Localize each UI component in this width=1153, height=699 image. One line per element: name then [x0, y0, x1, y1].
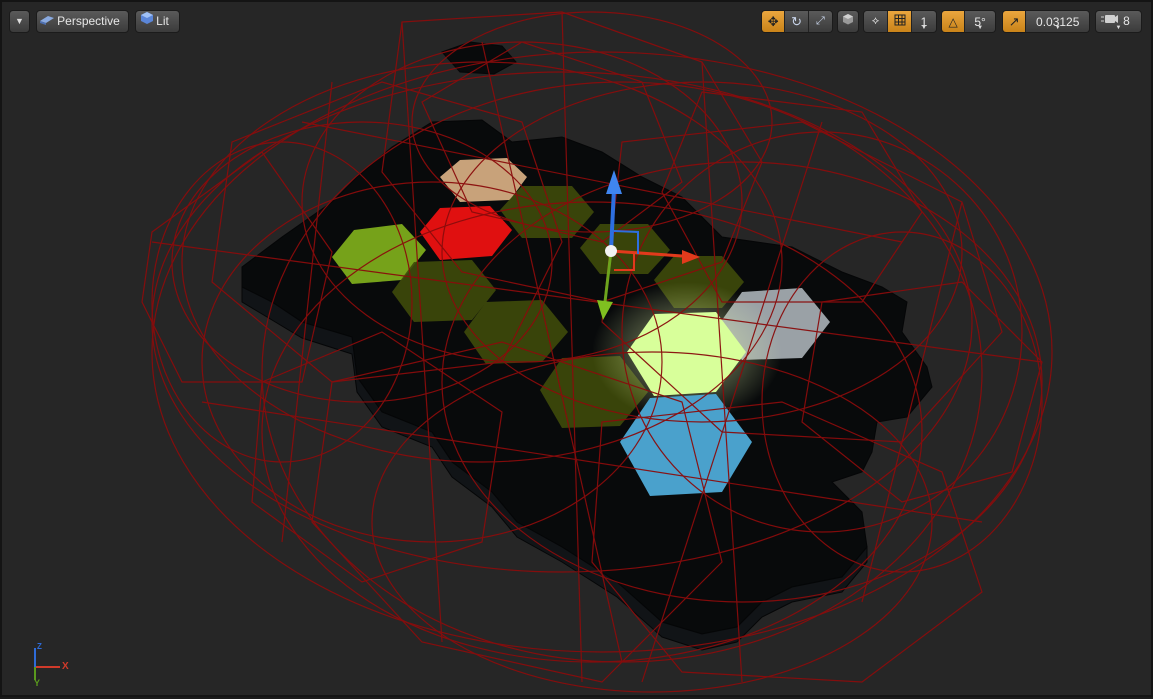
scale-snap-dropdown[interactable]: 0.03125 ▼: [1026, 11, 1089, 32]
level-viewport[interactable]: X Z Y ▼ Perspective Lit ✥ ↻ ⤢ ⟡ 1 ▼ △ 5°…: [0, 0, 1153, 697]
axis-y-label: Y: [34, 678, 41, 688]
hex-grid-scene[interactable]: [2, 2, 1153, 699]
caret-down-icon: ▼: [1115, 25, 1122, 31]
move-arrows-icon: ✥: [767, 13, 779, 29]
gizmo-pivot: [605, 245, 617, 257]
chevron-down-icon: ▼: [15, 16, 24, 26]
angle-snap-toggle[interactable]: △: [942, 11, 966, 32]
viewport-menu-button[interactable]: ▼: [9, 10, 30, 33]
caret-down-icon: ▼: [921, 25, 927, 31]
lit-button[interactable]: Lit: [135, 10, 180, 33]
camera-speed-value: 8: [1123, 14, 1130, 28]
axis-z-label: Z: [37, 642, 42, 651]
angle-snap-dropdown[interactable]: 5° ▼: [965, 11, 995, 32]
caret-down-icon: ▼: [1054, 25, 1061, 31]
surface-snap-icon: ⟡: [871, 15, 880, 27]
grid-snap-toggle[interactable]: [888, 11, 912, 32]
rotate-tool-button[interactable]: ↻: [785, 11, 809, 32]
world-cube-icon: [842, 10, 854, 33]
axis-x-label: X: [62, 661, 69, 672]
grid-size-dropdown[interactable]: 1 ▼: [912, 11, 936, 32]
perspective-label: Perspective: [57, 14, 120, 28]
transform-tools-group: ✥ ↻ ⤢: [761, 10, 833, 33]
lit-label: Lit: [156, 14, 169, 28]
grid-snap-group: ⟡ 1 ▼: [863, 10, 937, 33]
camera-speed-button[interactable]: 8 ▼: [1095, 10, 1142, 33]
scale-arrow-icon: ↗: [1008, 13, 1020, 29]
perspective-button[interactable]: Perspective: [36, 10, 129, 33]
surface-snap-button[interactable]: ⟡: [864, 11, 888, 32]
angle-snap-group: △ 5° ▼: [941, 10, 996, 33]
scale-snap-toggle[interactable]: ↗: [1003, 11, 1027, 32]
translate-tool-button[interactable]: ✥: [762, 11, 786, 32]
lit-sphere-icon: [140, 10, 154, 33]
caret-down-icon: ▼: [977, 25, 984, 31]
grid-icon: [894, 14, 906, 29]
coordinate-system-button[interactable]: [837, 10, 859, 33]
perspective-cube-icon: [39, 10, 55, 33]
axis-indicator: [34, 648, 60, 680]
scale-tool-button[interactable]: ⤢: [808, 11, 832, 32]
rotate-icon: ↻: [791, 13, 802, 29]
scale-icon: ⤢: [815, 15, 825, 27]
scale-snap-group: ↗ 0.03125 ▼: [1002, 10, 1090, 33]
angle-triangle-icon: △: [948, 14, 958, 29]
